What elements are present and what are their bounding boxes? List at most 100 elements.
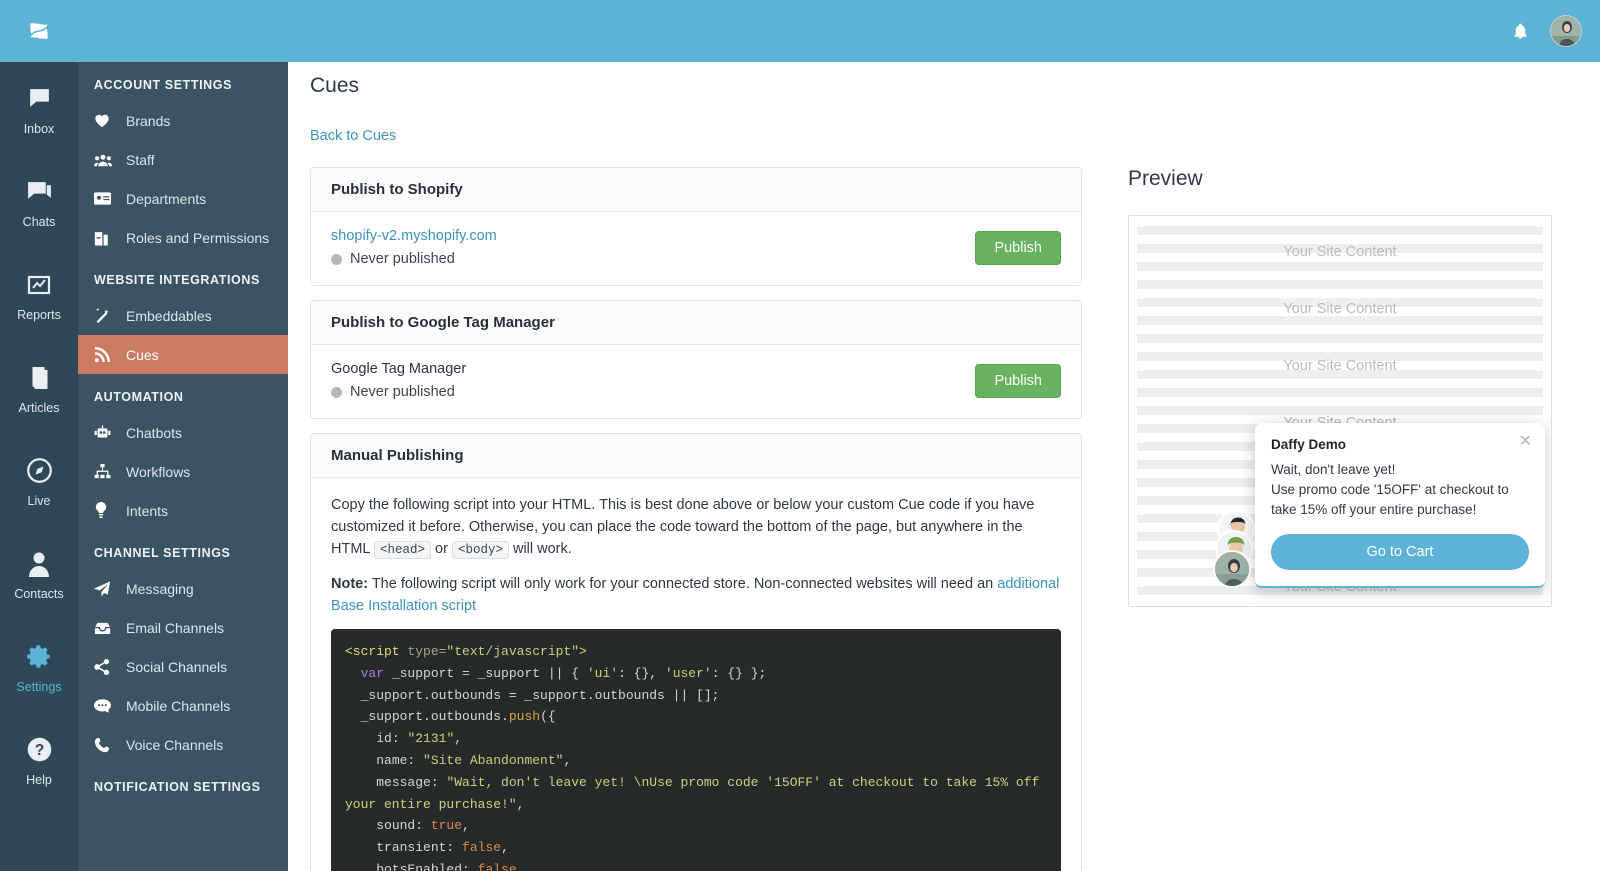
code-l5-comma: , bbox=[454, 731, 463, 747]
sidebar-item-email-channels[interactable]: Email Channels bbox=[78, 608, 288, 647]
settings-nav: ACCOUNT SETTINGS Brands Staff Department… bbox=[78, 62, 288, 871]
publish-gtm-button[interactable]: Publish bbox=[975, 363, 1061, 398]
rail-item-settings[interactable]: Settings bbox=[0, 620, 78, 713]
code-script-close: > bbox=[579, 643, 587, 659]
status-dot-icon bbox=[331, 386, 342, 398]
cue-message-line-1: Wait, don't leave yet! bbox=[1271, 462, 1396, 478]
code-l2-mid: : {}, bbox=[618, 665, 665, 681]
skeleton-line bbox=[1137, 334, 1543, 343]
code-sound-value: true bbox=[430, 818, 463, 834]
magic-wand-icon bbox=[94, 307, 120, 324]
sidebar-item-intents[interactable]: Intents bbox=[78, 491, 288, 530]
speech-bubble-icon bbox=[26, 82, 53, 116]
question-circle-icon: ? bbox=[26, 733, 53, 767]
code-l10-comma: , bbox=[516, 862, 525, 871]
sidebar-item-workflows[interactable]: Workflows bbox=[78, 452, 288, 491]
sidebar-item-label: Embeddables bbox=[126, 307, 212, 324]
head-tag-chip: <head> bbox=[373, 541, 431, 560]
rail-item-contacts[interactable]: Contacts bbox=[0, 527, 78, 620]
note-label: Note: bbox=[331, 575, 369, 592]
shopify-store-link[interactable]: shopify-v2.myshopify.com bbox=[331, 228, 975, 244]
card-header: Manual Publishing bbox=[311, 434, 1081, 478]
sidebar-item-roles-and-permissions[interactable]: Roles and Permissions bbox=[78, 218, 288, 257]
skeleton-line bbox=[1137, 406, 1543, 415]
cue-message-line-2: Use promo code '15OFF' at checkout to bbox=[1271, 482, 1509, 498]
left-column: Publish to Shopify shopify-v2.myshopify.… bbox=[310, 167, 1082, 871]
sidebar-item-label: Workflows bbox=[126, 463, 191, 480]
app-logo[interactable] bbox=[0, 18, 78, 44]
nav-group-title-notification-settings: NOTIFICATION SETTINGS bbox=[94, 780, 261, 794]
manual-note-paragraph: Note: The following script will only wor… bbox=[331, 573, 1061, 617]
rail-item-inbox[interactable]: Inbox bbox=[0, 62, 78, 155]
sidebar-item-label: Staff bbox=[126, 151, 155, 168]
agent-avatar-stack[interactable] bbox=[1213, 510, 1257, 588]
agent-avatar-3 bbox=[1213, 550, 1251, 588]
sidebar-item-messaging[interactable]: Messaging bbox=[78, 569, 288, 608]
code-l2-rest: _support = _support || { bbox=[384, 665, 587, 681]
code-name-key: name: bbox=[345, 753, 424, 768]
nav-group-title-channel-settings: CHANNEL SETTINGS bbox=[94, 546, 231, 560]
close-icon[interactable]: ✕ bbox=[1519, 434, 1532, 450]
cue-popup-message: Wait, don't leave yet! Use promo code '1… bbox=[1271, 460, 1529, 520]
publish-to-shopify-card: Publish to Shopify shopify-v2.myshopify.… bbox=[310, 167, 1082, 286]
rail-item-chats[interactable]: Chats bbox=[0, 155, 78, 248]
rail-label: Articles bbox=[18, 400, 60, 415]
publish-status: Never published bbox=[331, 251, 975, 267]
cue-preview-popup: ✕ Daffy Demo Wait, don't leave yet! Use … bbox=[1255, 423, 1545, 588]
gear-icon bbox=[26, 640, 53, 674]
rail-item-articles[interactable]: Articles bbox=[0, 341, 78, 434]
go-to-cart-button[interactable]: Go to Cart bbox=[1271, 534, 1529, 570]
avatar-photo-icon bbox=[1215, 552, 1249, 586]
rail-item-reports[interactable]: Reports bbox=[0, 248, 78, 341]
gtm-target-label: Google Tag Manager bbox=[331, 361, 467, 377]
nav-group-title-website-integrations: WEBSITE INTEGRATIONS bbox=[94, 273, 260, 287]
sidebar-item-staff[interactable]: Staff bbox=[78, 140, 288, 179]
skeleton-line bbox=[1137, 352, 1543, 361]
instructions-text-c: will work. bbox=[508, 541, 572, 558]
back-to-cues-link[interactable]: Back to Cues bbox=[288, 98, 396, 144]
share-icon bbox=[94, 658, 120, 675]
code-transient-value: false bbox=[462, 840, 502, 856]
sidebar-item-cues[interactable]: Cues bbox=[78, 335, 288, 374]
sidebar-item-brands[interactable]: Brands bbox=[78, 101, 288, 140]
code-push-fn: push bbox=[508, 709, 541, 725]
code-botsenabled-value: false bbox=[477, 862, 517, 871]
code-message-value: "Wait, don't leave yet! \nUse promo code… bbox=[345, 774, 1048, 812]
sidebar-item-chatbots[interactable]: Chatbots bbox=[78, 413, 288, 452]
status-badge: Never published bbox=[350, 384, 455, 400]
rail-label: Settings bbox=[16, 679, 62, 694]
avatar[interactable] bbox=[1550, 15, 1582, 47]
sidebar-item-label: Email Channels bbox=[126, 619, 225, 636]
publish-row: Google Tag Manager Never published Publi… bbox=[331, 361, 1061, 400]
phone-icon bbox=[94, 737, 120, 753]
rail-label: Chats bbox=[22, 214, 56, 229]
sidebar-item-voice-channels[interactable]: Voice Channels bbox=[78, 725, 288, 764]
compass-icon bbox=[26, 454, 53, 488]
install-script-code-block[interactable]: <script type="text/javascript"> var _sup… bbox=[331, 628, 1061, 871]
sidebar-item-social-channels[interactable]: Social Channels bbox=[78, 647, 288, 686]
sidebar-item-departments[interactable]: Departments bbox=[78, 179, 288, 218]
sidebar-item-label: Mobile Channels bbox=[126, 697, 231, 714]
manual-instructions-paragraph: Copy the following script into your HTML… bbox=[331, 494, 1061, 561]
manual-publishing-card: Manual Publishing Copy the following scr… bbox=[310, 433, 1082, 871]
rail-label: Live bbox=[27, 493, 51, 508]
skeleton-line bbox=[1137, 244, 1543, 253]
code-botsenabled-key: botsEnabled: bbox=[345, 862, 478, 871]
body-tag-chip: <body> bbox=[451, 541, 509, 560]
publish-shopify-button[interactable]: Publish bbox=[975, 230, 1061, 265]
code-name-value: "Site Abandonment" bbox=[423, 753, 564, 768]
rail-item-live[interactable]: Live bbox=[0, 434, 78, 527]
code-var-keyword: var bbox=[360, 665, 385, 681]
skeleton-line bbox=[1137, 226, 1543, 235]
rail-item-help[interactable]: ? Help bbox=[0, 713, 78, 806]
briefcase-icon bbox=[94, 230, 120, 246]
note-text: The following script will only work for … bbox=[368, 575, 998, 592]
chart-icon bbox=[26, 268, 52, 302]
code-script-attr: type= bbox=[399, 643, 447, 659]
sidebar-item-mobile-channels[interactable]: Mobile Channels bbox=[78, 686, 288, 725]
rail-label: Inbox bbox=[23, 121, 55, 136]
card-header: Publish to Google Tag Manager bbox=[311, 301, 1081, 345]
sidebar-item-embeddables[interactable]: Embeddables bbox=[78, 296, 288, 335]
notifications-button[interactable] bbox=[1500, 11, 1540, 51]
cue-popup-title: Daffy Demo bbox=[1271, 437, 1347, 453]
